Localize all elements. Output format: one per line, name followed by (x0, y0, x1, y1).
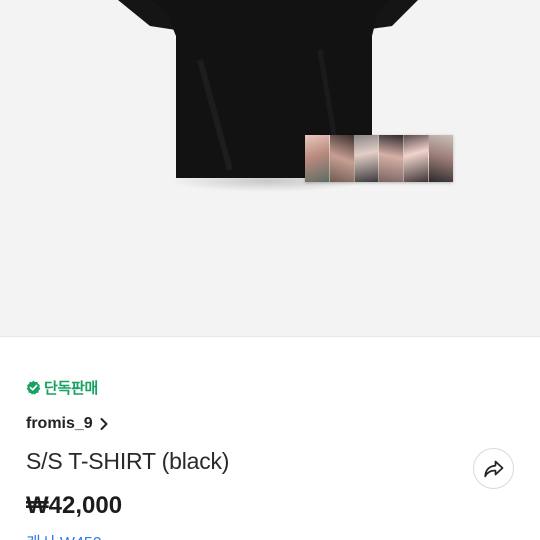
tshirt-graphic (118, 0, 418, 178)
member-photo (305, 135, 330, 182)
product-price: ₩42,000 (26, 492, 123, 519)
product-image[interactable] (0, 0, 540, 337)
member-photo (429, 135, 453, 182)
member-photo (404, 135, 430, 182)
verified-check-icon (26, 380, 41, 395)
share-button[interactable] (473, 448, 514, 489)
member-photo (379, 135, 405, 182)
photo-strip (305, 135, 453, 182)
share-arrow-icon (483, 460, 503, 477)
seller-link[interactable]: fromis_9 (26, 415, 109, 433)
exclusive-badge: 단독판매 (26, 377, 98, 398)
badge-label: 단독판매 (44, 380, 99, 397)
member-photo (354, 135, 380, 182)
chevron-right-icon[interactable] (99, 417, 109, 431)
seller-name[interactable]: fromis_9 (26, 415, 93, 433)
member-photo (329, 135, 355, 182)
cashback-text: 캐시 ₩450 (26, 529, 102, 540)
product-title: S/S T-SHIRT (black) (26, 448, 230, 474)
product-page: 단독판매 fromis_9 S/S T-SHIRT (black) ₩42,00… (0, 0, 540, 540)
